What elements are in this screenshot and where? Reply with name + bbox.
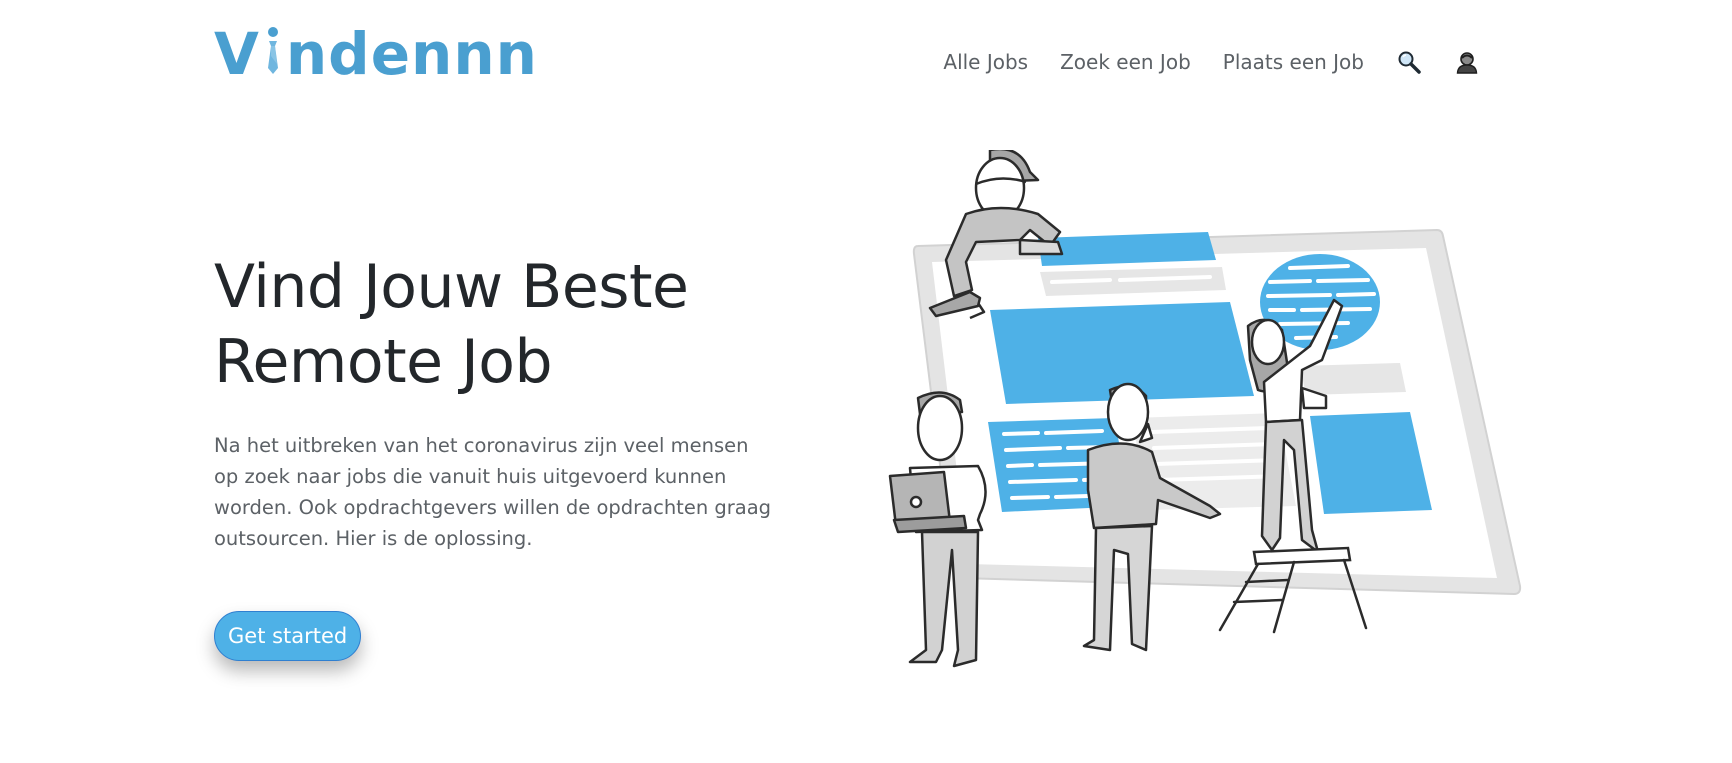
- hero-title-line1: Vind Jouw Beste: [214, 252, 689, 322]
- hero-illustration: [888, 150, 1522, 668]
- main-nav: Alle Jobs Zoek een Job Plaats een Job: [943, 44, 1480, 80]
- get-started-button[interactable]: Get started: [214, 611, 362, 661]
- board-card-blue-top: [1038, 232, 1216, 266]
- brand-prefix: V: [214, 20, 260, 88]
- brand-suffix: ndennn: [285, 20, 538, 88]
- search-button[interactable]: [1396, 49, 1422, 75]
- account-button[interactable]: [1454, 49, 1480, 75]
- hero-title-line2: Remote Job: [214, 327, 553, 397]
- hero-description: Na het uitbreken van het coronavirus zij…: [214, 434, 772, 550]
- tie-icon: [262, 26, 284, 76]
- nav-link-alle-jobs[interactable]: Alle Jobs: [943, 50, 1028, 74]
- nav-link-zoek-een-job[interactable]: Zoek een Job: [1060, 50, 1191, 74]
- hero-title: Vind Jouw Beste Remote Job: [214, 250, 774, 400]
- nav-link-plaats-een-job[interactable]: Plaats een Job: [1223, 50, 1364, 74]
- brand-wordmark: V ndennn: [214, 25, 538, 83]
- brand-logo[interactable]: V ndennn: [214, 22, 538, 86]
- magnifying-glass-icon: [1398, 51, 1421, 74]
- hero-section: Vind Jouw Beste Remote Job Na het uitbre…: [214, 250, 774, 554]
- user-avatar-icon: [1456, 52, 1478, 74]
